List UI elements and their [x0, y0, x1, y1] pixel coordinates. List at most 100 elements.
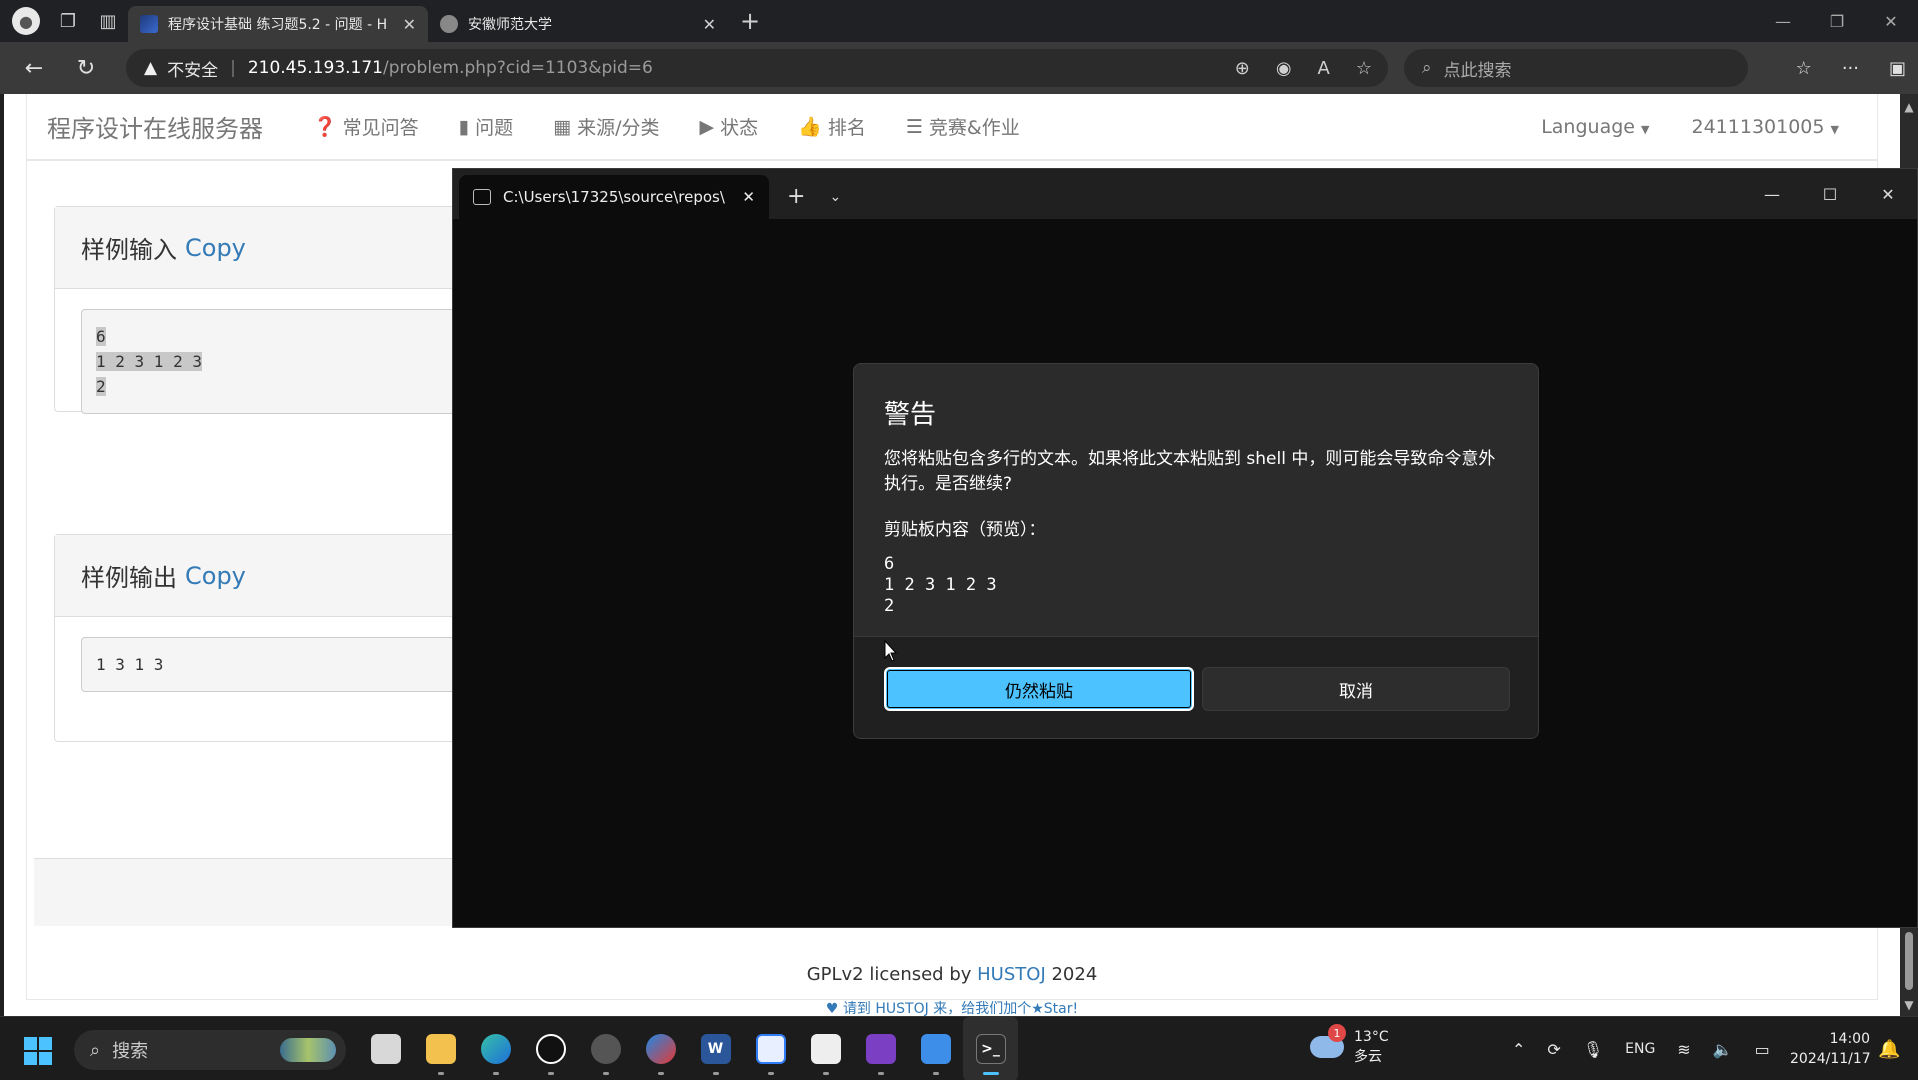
- notepad-app[interactable]: [908, 1017, 963, 1080]
- promo-text[interactable]: 请到 HUSTOJ 来，给我们加个★Star!: [843, 1001, 1078, 1016]
- close-tab-icon[interactable]: ✕: [742, 188, 755, 206]
- baidu-netdisk-app[interactable]: [743, 1017, 798, 1080]
- more-menu-icon[interactable]: ···: [1842, 58, 1859, 79]
- wifi-icon[interactable]: ≋: [1677, 1040, 1690, 1059]
- back-arrow-icon[interactable]: ←: [8, 56, 60, 81]
- sidebar-icon[interactable]: ▣: [1889, 58, 1906, 79]
- security-label[interactable]: 不安全: [167, 56, 218, 81]
- warning-triangle-icon[interactable]: ▲: [144, 58, 157, 78]
- notification-bell-icon[interactable]: 🔔: [1878, 1039, 1900, 1060]
- tab-title: 程序设计基础 练习题5.2 - 问题 - H: [168, 17, 388, 33]
- refresh-icon[interactable]: ↻: [60, 56, 112, 81]
- nav-label: 竞赛&作业: [928, 117, 1020, 139]
- extension-icon[interactable]: ◉: [1276, 58, 1292, 79]
- book-icon: ▮: [458, 115, 470, 138]
- collections-icon[interactable]: ❐: [48, 0, 88, 42]
- restore-icon[interactable]: ❐: [1810, 12, 1864, 31]
- close-window-icon[interactable]: ✕: [1864, 12, 1918, 31]
- language-dropdown[interactable]: Language ▼: [1541, 116, 1649, 138]
- shield-icon: [645, 1034, 676, 1064]
- new-tab-icon[interactable]: +: [787, 184, 805, 209]
- toolbar-right: ☆ ··· ▣: [1796, 42, 1906, 94]
- task-view-app[interactable]: [358, 1017, 413, 1080]
- grid-icon: ▦: [553, 115, 572, 138]
- code-line: 2: [96, 377, 106, 396]
- visual-studio-app[interactable]: [853, 1017, 908, 1080]
- paste-anyway-button[interactable]: 仍然粘贴: [884, 667, 1194, 711]
- read-aloud-icon[interactable]: A: [1318, 58, 1330, 79]
- favorite-star-icon[interactable]: ☆: [1356, 58, 1372, 79]
- qq-app[interactable]: [523, 1017, 578, 1080]
- close-tab-icon[interactable]: ✕: [403, 15, 416, 34]
- sync-icon[interactable]: ⟳: [1547, 1040, 1560, 1059]
- panel-title: 样例输出: [81, 564, 177, 592]
- weather-widget[interactable]: 1 13°C 多云: [1310, 1024, 1389, 1067]
- address-bar[interactable]: ▲ 不安全 | 210.45.193.171/problem.php?cid=1…: [126, 49, 1388, 87]
- nav-category[interactable]: ▦ 来源/分类: [553, 113, 659, 140]
- chevron-up-icon[interactable]: ⌃: [1512, 1040, 1525, 1059]
- terminal-tab-bar: C:\Users\17325\source\repos\ ✕ + ⌄ — ☐ ✕: [453, 169, 1917, 219]
- input-language[interactable]: ENG: [1625, 1041, 1655, 1057]
- file-explorer-app[interactable]: [413, 1017, 468, 1080]
- minimize-icon[interactable]: —: [1743, 185, 1801, 204]
- search-input[interactable]: ⌕ 点此搜索: [1404, 49, 1748, 87]
- snipping-icon: [810, 1034, 841, 1064]
- nav-ranking[interactable]: 👍 排名: [798, 113, 866, 140]
- volume-icon[interactable]: 🔈: [1713, 1040, 1733, 1059]
- dialog-button-area: 仍然粘贴 取消: [854, 636, 1538, 738]
- search-icon: ⌕: [90, 1039, 101, 1061]
- running-indicator: [982, 1072, 999, 1075]
- edge-app[interactable]: [468, 1017, 523, 1080]
- thumbs-up-icon: 👍: [798, 116, 822, 138]
- paste-warning-dialog: 警告 您将粘贴包含多行的文本。如果将此文本粘贴到 shell 中，则可能会导致命…: [853, 363, 1539, 739]
- license-year: 2024: [1051, 964, 1098, 985]
- cancel-button[interactable]: 取消: [1202, 667, 1510, 711]
- nav-problems[interactable]: ▮ 问题: [459, 113, 513, 140]
- task-view-icon: [370, 1034, 401, 1064]
- nav-status[interactable]: ▶ 状态: [700, 113, 759, 140]
- battery-icon[interactable]: ▭: [1755, 1040, 1770, 1059]
- user-dropdown[interactable]: 24111301005 ▼: [1692, 116, 1840, 138]
- terminal-window: C:\Users\17325\source\repos\ ✕ + ⌄ — ☐ ✕…: [452, 168, 1918, 928]
- shield-app[interactable]: [633, 1017, 688, 1080]
- copy-link[interactable]: Copy: [185, 562, 246, 590]
- maximize-icon[interactable]: ☐: [1801, 185, 1859, 204]
- microphone-icon[interactable]: 🎙: [1583, 1040, 1603, 1059]
- favorites-icon[interactable]: ☆: [1796, 58, 1812, 79]
- scroll-thumb[interactable]: [1905, 932, 1913, 990]
- snipping-app[interactable]: [798, 1017, 853, 1080]
- promo-footer[interactable]: ♥ 请到 HUSTOJ 来，给我们加个★Star!: [4, 998, 1900, 1016]
- taskbar-search[interactable]: ⌕ 搜索: [74, 1030, 346, 1070]
- close-tab-icon[interactable]: ✕: [703, 15, 716, 34]
- url-host: 210.45.193.171: [247, 58, 383, 78]
- globe-app[interactable]: [578, 1017, 633, 1080]
- terminal-window-controls: — ☐ ✕: [1743, 169, 1917, 219]
- running-indicator: [932, 1072, 939, 1075]
- site-brand[interactable]: 程序设计在线服务器: [47, 109, 263, 144]
- globe-icon: [590, 1034, 621, 1064]
- minimize-icon[interactable]: —: [1756, 12, 1810, 31]
- word-app[interactable]: W: [688, 1017, 743, 1080]
- browser-tab-hustoj[interactable]: 程序设计基础 练习题5.2 - 问题 - H ✕: [128, 6, 428, 42]
- close-window-icon[interactable]: ✕: [1859, 185, 1917, 204]
- penguin-icon: [535, 1034, 566, 1064]
- browser-tab-bar: ● ❐ ▥ 程序设计基础 练习题5.2 - 问题 - H ✕ 安徽师范大学 ✕ …: [0, 0, 1918, 42]
- nav-contest[interactable]: ☰ 竞赛&作业: [906, 113, 1020, 140]
- vertical-tabs-icon[interactable]: ▥: [88, 0, 128, 42]
- hustoj-link[interactable]: HUSTOJ: [977, 964, 1046, 985]
- address-bar-icons: ⊕ ◉ A ☆: [1235, 49, 1372, 87]
- copy-link[interactable]: Copy: [185, 234, 246, 262]
- new-tab-icon[interactable]: +: [740, 7, 760, 35]
- profile-avatar[interactable]: ●: [12, 7, 40, 35]
- nav-faq[interactable]: ❓ 常见问答: [313, 113, 419, 140]
- zoom-icon[interactable]: ⊕: [1235, 58, 1250, 79]
- system-tray: ⌃ ⟳ 🎙 ENG ≋ 🔈 ▭: [1512, 1017, 1770, 1080]
- terminal-tab[interactable]: C:\Users\17325\source\repos\ ✕: [459, 175, 769, 219]
- scroll-up-icon[interactable]: ▲: [1900, 100, 1918, 114]
- chevron-down-icon[interactable]: ⌄: [829, 189, 841, 205]
- start-button[interactable]: [24, 1037, 52, 1065]
- terminal-app[interactable]: >_: [963, 1017, 1018, 1080]
- clock[interactable]: 14:00 2024/11/17: [1790, 1029, 1871, 1069]
- browser-tab-ahnu[interactable]: 安徽师范大学 ✕: [428, 6, 728, 42]
- scroll-down-icon[interactable]: ▼: [1900, 998, 1918, 1012]
